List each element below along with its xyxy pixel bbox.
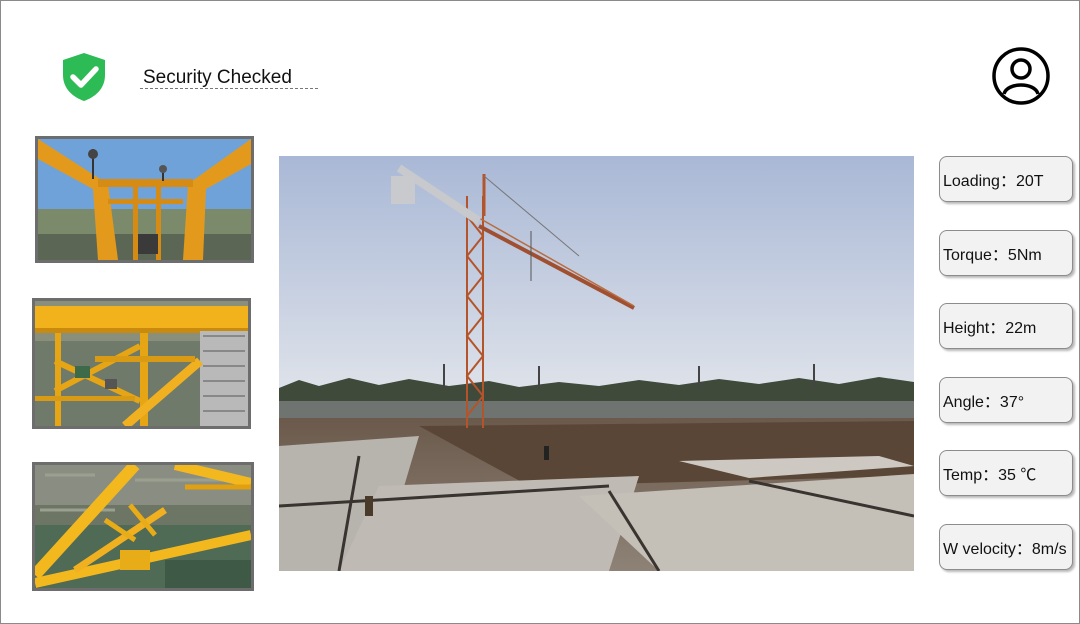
user-profile-icon[interactable] xyxy=(991,46,1051,106)
metric-height: Height：22m xyxy=(939,303,1073,349)
dashboard-frame: Security Checked Loading：20T Torque：5Nm … xyxy=(0,0,1080,624)
metric-wind-velocity: W velocity：8m/s xyxy=(939,524,1073,570)
metric-torque: Torque：5Nm xyxy=(939,230,1073,276)
metric-temp: Temp：35 ℃ xyxy=(939,450,1073,496)
security-status-text: Security Checked xyxy=(140,67,318,89)
metric-angle: Angle：37° xyxy=(939,377,1073,423)
tower-crane-site-photo xyxy=(279,156,914,571)
crane-platform-photo[interactable] xyxy=(32,298,251,429)
crane-jib-detail-photo[interactable] xyxy=(32,462,254,591)
shield-check-icon xyxy=(59,51,109,103)
metric-loading: Loading：20T xyxy=(939,156,1073,202)
crane-cab-sensor-photo[interactable] xyxy=(35,136,254,263)
